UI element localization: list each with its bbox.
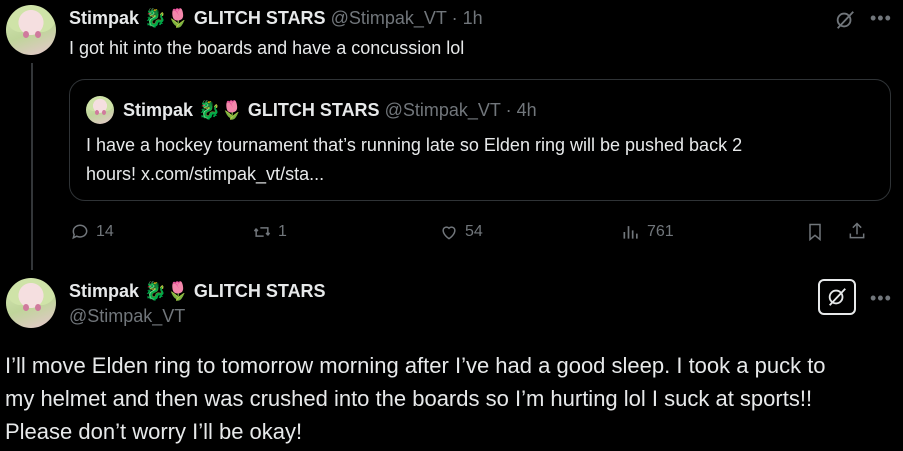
display-name[interactable]: Stimpak	[69, 281, 139, 301]
quote-header: Stimpak 🐉🌷 GLITCH STARS @Stimpak_VT · 4h	[123, 100, 537, 121]
more-options-icon[interactable]: •••	[870, 288, 892, 309]
repost-button[interactable]: 1	[252, 222, 287, 242]
post-text-line-3: Please don’t worry I’ll be okay!	[5, 419, 303, 444]
repost-icon	[253, 227, 271, 237]
avatar[interactable]	[6, 278, 56, 328]
separator: ·	[505, 100, 512, 120]
avatar[interactable]	[6, 5, 56, 55]
post-text-line-2: my helmet and then was crushed into the …	[5, 386, 813, 411]
views-button[interactable]: 761	[621, 222, 674, 242]
display-name[interactable]: Stimpak	[69, 8, 139, 28]
dragon-emoji-icon: 🐉	[198, 100, 221, 120]
share-button[interactable]	[847, 221, 867, 241]
post-text: I got hit into the boards and have a con…	[69, 38, 465, 58]
reply-button[interactable]: 14	[70, 222, 114, 242]
bookmark-icon	[809, 223, 821, 242]
more-options-icon[interactable]: •••	[870, 8, 892, 29]
grok-button[interactable]	[818, 279, 856, 315]
tulip-emoji-icon: 🌷	[166, 281, 189, 301]
handle[interactable]: @Stimpak_VT	[69, 306, 185, 327]
share-icon	[849, 222, 865, 239]
org-label: GLITCH STARS	[193, 8, 326, 28]
post-header: Stimpak 🐉🌷 GLITCH STARS	[69, 281, 326, 302]
quote-org-label: GLITCH STARS	[247, 100, 380, 120]
post-header: Stimpak 🐉🌷 GLITCH STARS @Stimpak_VT · 1h	[69, 8, 483, 29]
bookmark-button[interactable]	[805, 222, 825, 242]
dragon-emoji-icon: 🐉	[144, 8, 167, 28]
separator: ·	[451, 8, 458, 28]
grok-icon	[828, 288, 846, 306]
repost-count: 1	[278, 223, 287, 240]
timestamp[interactable]: 1h	[463, 8, 483, 28]
quoted-post[interactable]: Stimpak 🐉🌷 GLITCH STARS @Stimpak_VT · 4h…	[69, 79, 891, 201]
reply-icon	[72, 224, 88, 240]
like-button[interactable]: 54	[439, 222, 483, 242]
tulip-emoji-icon: 🌷	[166, 8, 189, 28]
quote-text-line-1: I have a hockey tournament that’s runnin…	[86, 135, 743, 155]
grok-icon[interactable]	[834, 9, 856, 31]
tulip-emoji-icon: 🌷	[220, 100, 243, 120]
dragon-emoji-icon: 🐉	[144, 281, 167, 301]
org-label: GLITCH STARS	[193, 281, 326, 301]
quote-timestamp: 4h	[516, 100, 537, 120]
quote-text-line-2: hours! x.com/stimpak_vt/sta...	[86, 164, 325, 184]
thread-line	[31, 63, 33, 270]
quote-handle: @Stimpak_VT	[384, 100, 501, 120]
post-text-line-1: I’ll move Elden ring to tomorrow morning…	[5, 353, 826, 378]
reply-count: 14	[96, 223, 114, 240]
like-count: 54	[465, 223, 483, 240]
handle[interactable]: @Stimpak_VT	[331, 8, 447, 28]
quote-display-name: Stimpak	[123, 100, 194, 120]
views-icon	[623, 226, 638, 239]
views-count: 761	[647, 223, 674, 240]
heart-icon	[442, 226, 456, 240]
quote-avatar	[86, 96, 114, 124]
